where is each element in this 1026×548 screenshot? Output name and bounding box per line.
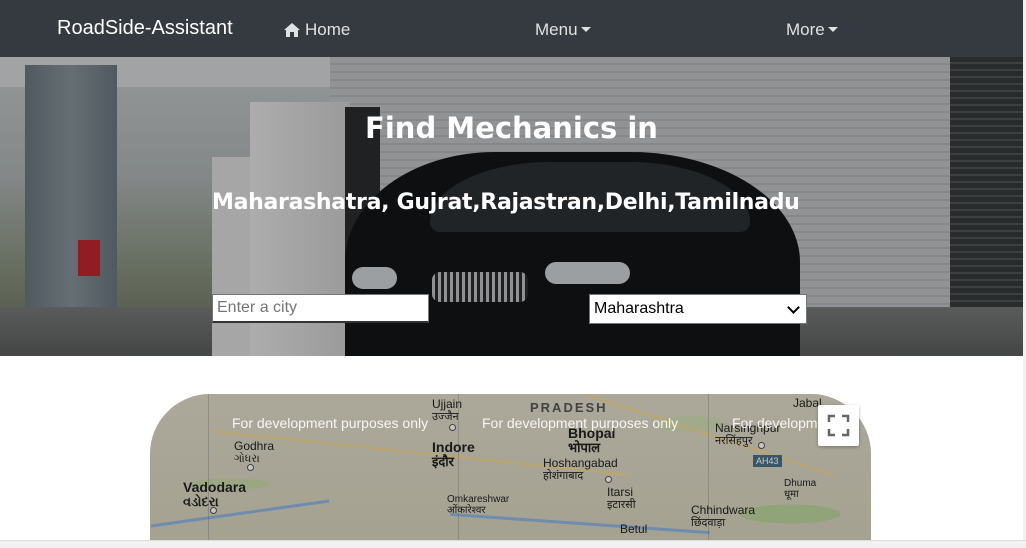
nav-menu-dropdown[interactable]: Menu xyxy=(535,20,591,40)
caret-down-icon xyxy=(827,27,838,32)
caret-down-icon xyxy=(580,27,591,32)
map-view[interactable]: PRADESH Ujjain उज्जैन Indore इंदौर Bhopal भ… xyxy=(150,394,871,547)
nav-home-link[interactable]: Home xyxy=(284,20,350,40)
nav-home-label: Home xyxy=(305,20,351,39)
top-navbar: RoadSide-Assistant Home Menu More xyxy=(0,0,1023,57)
chevron-down-icon xyxy=(787,300,800,314)
hero-subtitle: Maharashatra, Gujrat,Rajastran,Delhi,Tam… xyxy=(212,190,800,215)
home-icon xyxy=(284,23,300,37)
hero-title: Find Mechanics in xyxy=(365,111,658,145)
map-fullscreen-button[interactable] xyxy=(818,405,859,446)
city-input[interactable] xyxy=(212,294,429,323)
fullscreen-icon xyxy=(827,414,850,437)
state-select-value: Maharashtra xyxy=(594,300,684,317)
nav-more-dropdown[interactable]: More xyxy=(786,20,838,40)
nav-menu-label: Menu xyxy=(535,20,578,39)
map-watermark: For development purposes only xyxy=(232,415,429,431)
nav-more-label: More xyxy=(786,20,825,39)
state-select[interactable]: Maharashtra xyxy=(589,294,807,324)
map-watermark: For development purposes only xyxy=(482,415,679,431)
hero-banner: Find Mechanics in Maharashatra, Gujrat,R… xyxy=(0,57,1023,356)
brand-logo[interactable]: RoadSide-Assistant xyxy=(57,17,233,40)
map-watermark: For developm xyxy=(732,415,818,431)
